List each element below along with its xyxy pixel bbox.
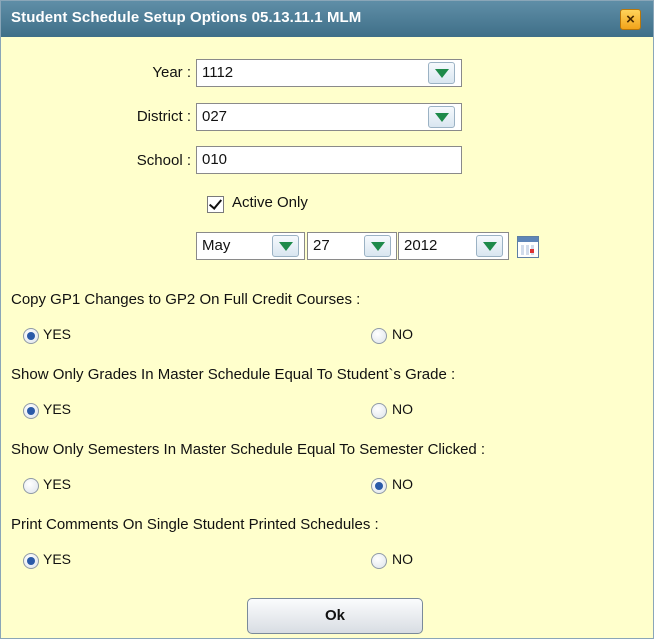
year-label: Year : [152,64,191,81]
close-icon[interactable]: × [620,9,641,30]
option-4-no-label: NO [392,551,413,567]
district-label: District : [136,108,191,125]
option-3-yes-radio[interactable] [23,478,39,494]
option-4-yes-radio[interactable] [23,553,39,569]
year-value: 1112 [202,64,234,81]
option-4-no-radio[interactable] [371,553,387,569]
dialog-title: Student Schedule Setup Options 05.13.11.… [11,9,362,26]
setup-options-dialog: Student Schedule Setup Options 05.13.11.… [0,0,654,639]
active-only-checkbox[interactable] [207,196,224,213]
option-question: Show Only Semesters In Master Schedule E… [11,441,486,458]
calendar-icon[interactable] [517,236,539,258]
option-1-no-radio[interactable] [371,328,387,344]
option-4-yes-label: YES [43,551,72,567]
date-year-value: 2012 [404,237,438,254]
day-value: 27 [313,237,330,254]
option-1-yes-radio[interactable] [23,328,39,344]
option-3-yes-label: YES [43,476,72,492]
school-label: School : [136,152,191,169]
option-2-yes-radio[interactable] [23,403,39,419]
option-question: Copy GP1 Changes to GP2 On Full Credit C… [11,291,361,308]
option-2-no-label: NO [392,401,413,417]
chevron-down-icon[interactable] [476,235,503,257]
month-select[interactable]: May [196,232,305,260]
active-only-label: Active Only [232,194,308,211]
day-select[interactable]: 27 [307,232,397,260]
district-select[interactable]: 027 [196,103,462,131]
option-question: Print Comments On Single Student Printed… [11,516,379,533]
year-date-select[interactable]: 2012 [398,232,509,260]
chevron-down-icon[interactable] [272,235,299,257]
option-question: Show Only Grades In Master Schedule Equa… [11,366,456,383]
chevron-down-icon[interactable] [428,62,455,84]
option-1-yes-label: YES [43,326,72,342]
option-2-yes-label: YES [43,401,72,417]
district-value: 027 [202,108,228,125]
option-3-no-label: NO [392,476,413,492]
option-3-no-radio[interactable] [371,478,387,494]
option-2-no-radio[interactable] [371,403,387,419]
title-bar: Student Schedule Setup Options 05.13.11.… [1,1,653,37]
year-select[interactable]: 1112 [196,59,462,87]
school-value: 010 [202,151,228,168]
ok-button[interactable]: Ok [247,598,423,634]
month-value: May [202,237,231,254]
chevron-down-icon[interactable] [364,235,391,257]
chevron-down-icon[interactable] [428,106,455,128]
option-1-no-label: NO [392,326,413,342]
school-input[interactable]: 010 [196,146,462,174]
